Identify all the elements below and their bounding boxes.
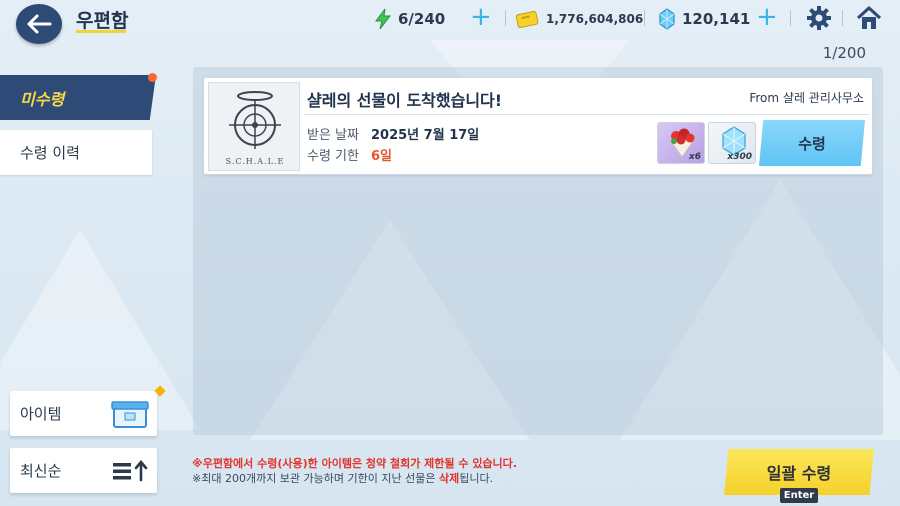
title-underline — [76, 30, 126, 33]
mail-item[interactable]: S.C.H.A.L.E 샬레의 선물이 도착했습니다! From 샬레 관리사무… — [203, 77, 873, 175]
ap-display: 6/240 — [374, 8, 445, 30]
divider — [304, 114, 869, 115]
received-date-value: 2025년 7월 17일 — [371, 128, 480, 143]
sort-label: 최신순 — [20, 462, 62, 480]
mail-sender: From 샬레 관리사무소 — [749, 91, 864, 105]
tab-unreceived[interactable]: 미수령 — [0, 75, 156, 120]
received-date-label: 받은 날짜 — [307, 128, 359, 143]
enter-key-hint: Enter — [780, 488, 818, 503]
credits-display: 1,776,604,806 — [516, 10, 643, 28]
divider — [790, 10, 791, 26]
ap-value: 6/240 — [398, 10, 446, 28]
item-filter-button[interactable]: 아이템 — [10, 391, 157, 436]
credits-value: 1,776,604,806 — [546, 12, 644, 26]
note-storage: ※최대 200개까지 보관 가능하며 기한이 지난 선물은 삭제됩니다. — [192, 471, 517, 486]
reward-qty: x300 — [727, 152, 752, 162]
receive-button[interactable]: 수령 — [759, 120, 865, 166]
note-storage-emphasis: 삭제 — [438, 472, 460, 485]
sender-logo: S.C.H.A.L.E — [208, 82, 300, 171]
pyroxene-value: 120,141 — [682, 10, 751, 28]
item-filter-label: 아이템 — [20, 405, 62, 423]
home-button[interactable] — [856, 5, 882, 35]
lightning-icon — [375, 8, 392, 30]
divider — [644, 10, 645, 26]
divider — [505, 10, 506, 26]
deadline-label: 수령 기한 — [307, 149, 359, 164]
add-pyroxene-button[interactable]: + — [756, 4, 778, 30]
divider — [842, 10, 843, 26]
reward-item[interactable]: x300 — [708, 122, 756, 164]
home-icon — [856, 6, 882, 29]
back-button[interactable] — [16, 4, 62, 44]
gear-icon — [807, 6, 831, 30]
pyroxene-display: 120,141 — [658, 8, 750, 30]
top-bar: 우편함 6/240 + 1,776,604,806 120,141 + — [0, 0, 900, 44]
sender-logo-text: S.C.H.A.L.E — [225, 157, 285, 166]
notification-dot — [148, 73, 157, 82]
deadline-value: 6일 — [371, 149, 393, 164]
note-withdrawal: ※우편함에서 수령(사용)한 아이템은 청약 철회가 제한될 수 있습니다. — [192, 457, 517, 470]
sort-button[interactable]: 최신순 — [10, 448, 157, 493]
mail-title: 샬레의 선물이 도착했습니다! — [307, 91, 503, 110]
note-storage-text: ※최대 200개까지 보관 가능하며 기한이 지난 선물은 — [192, 472, 439, 485]
tab-history[interactable]: 수령 이력 — [0, 130, 152, 175]
item-box-icon — [111, 401, 149, 428]
reward-item[interactable]: x6 — [657, 122, 705, 164]
sort-icon — [113, 460, 148, 482]
notes: ※우편함에서 수령(사용)한 아이템은 청약 철회가 제한될 수 있습니다. ※… — [192, 456, 517, 486]
add-ap-button[interactable]: + — [470, 4, 492, 30]
arrow-left-icon — [27, 14, 52, 34]
pyroxene-icon — [659, 8, 675, 30]
mail-counter: 1/200 — [822, 44, 866, 62]
schale-logo-icon — [229, 91, 281, 149]
settings-button[interactable] — [806, 5, 832, 35]
page-title: 우편함 — [76, 10, 129, 32]
credit-icon — [516, 10, 539, 28]
reward-qty: x6 — [688, 152, 701, 162]
note-storage-text-end: 됩니다. — [459, 472, 494, 485]
